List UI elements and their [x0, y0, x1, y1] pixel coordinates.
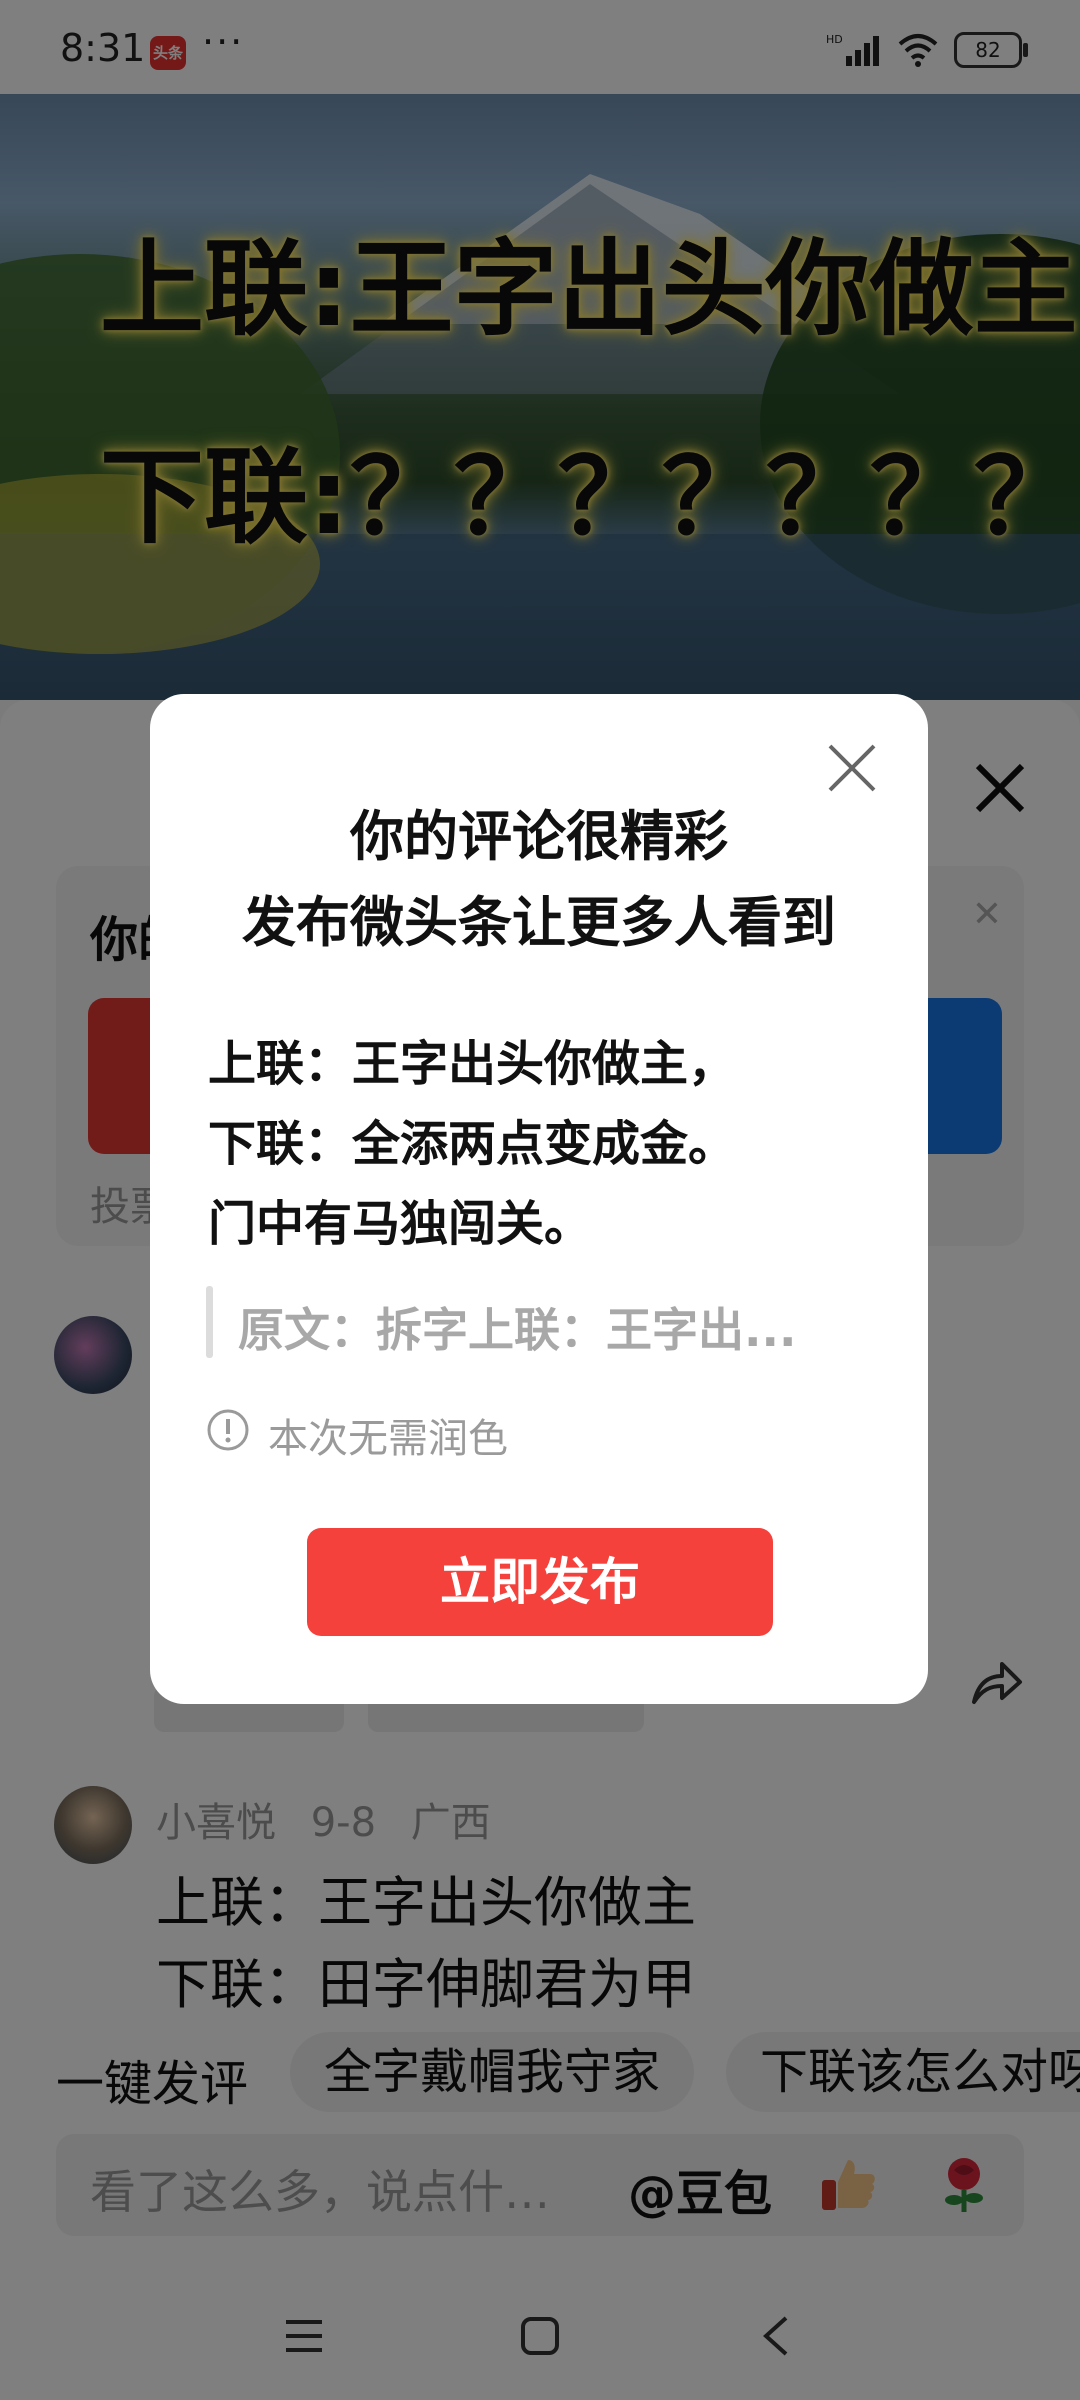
original-quote: 原文：拆字上联：王字出...: [238, 1303, 797, 1357]
dialog-body-line: 下联：全添两点变成金。: [208, 1116, 737, 1172]
publish-now-button[interactable]: 立即发布: [307, 1528, 773, 1636]
close-icon[interactable]: [826, 742, 878, 794]
dialog-subtitle: 发布微头条让更多人看到: [242, 891, 836, 954]
publish-dialog: 你的评论很精彩 发布微头条让更多人看到 上联：王字出头你做主， 下联：全添两点变…: [150, 694, 928, 1704]
dialog-body-line: 门中有马独闯关。: [208, 1196, 593, 1252]
info-icon: [207, 1409, 249, 1451]
dialog-title: 你的评论很精彩: [350, 805, 728, 868]
dialog-body-line: 上联：王字出头你做主，: [208, 1036, 737, 1092]
no-polish-hint: 本次无需润色: [268, 1416, 508, 1462]
quote-divider: [206, 1286, 213, 1358]
